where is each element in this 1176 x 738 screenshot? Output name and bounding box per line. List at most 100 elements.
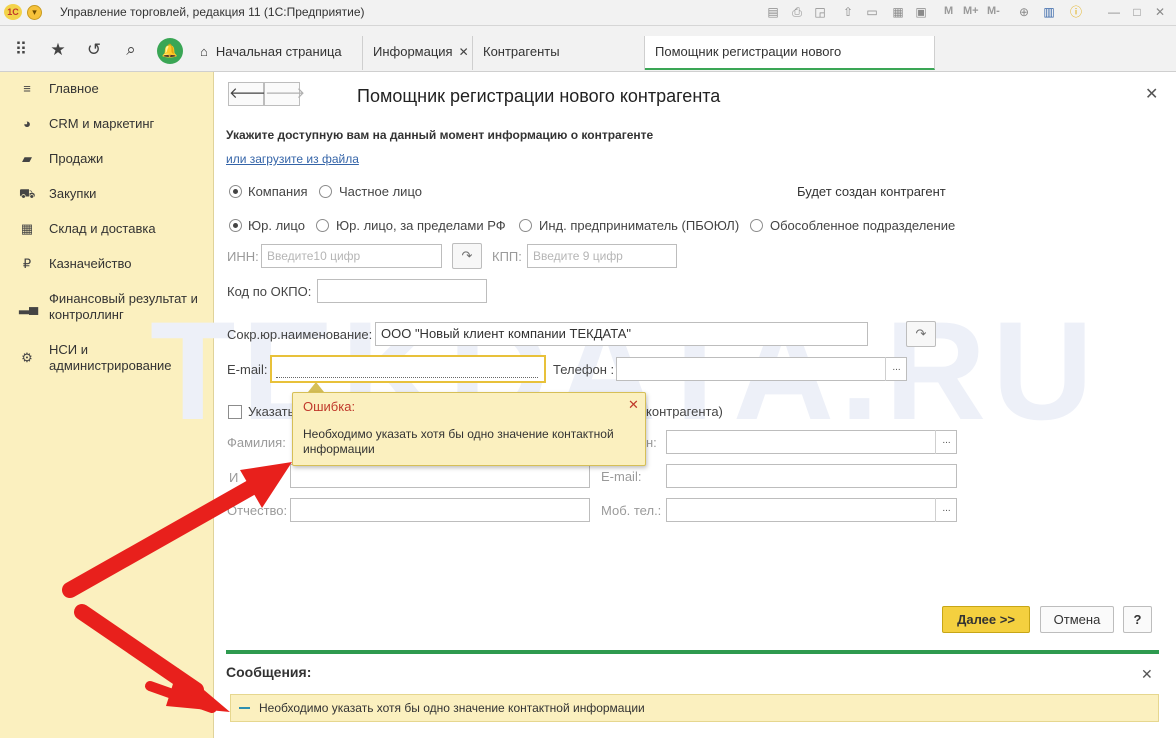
message-item[interactable]: Необходимо указать хотя бы одно значение… <box>230 694 1159 722</box>
sidebar-item-crm[interactable]: ◕ CRM и маркетинг <box>0 114 214 144</box>
tab-label: Начальная страница <box>215 44 342 59</box>
sidebar-item-treasury[interactable]: ₽ Казначейство <box>0 254 214 284</box>
tab-label: Информация <box>373 44 453 59</box>
radio-private-person[interactable] <box>319 185 332 198</box>
email-input-underline <box>276 377 538 378</box>
favorites-star-icon[interactable]: ★ <box>47 39 69 61</box>
search-icon[interactable]: ⌕ <box>120 39 142 61</box>
tab-counterparties[interactable]: Контрагенты (Клиенты)✕ <box>473 36 645 91</box>
mobile-phone-select-button[interactable]: ... <box>935 498 957 522</box>
firstname-label: И <box>229 470 239 485</box>
short-name-fill-button[interactable]: ↷ <box>906 321 936 347</box>
radio-foreign-legal-entity-label: Юр. лицо, за пределами РФ <box>336 218 506 233</box>
message-text: Необходимо указать хотя бы одно значение… <box>259 701 645 715</box>
messages-close-icon[interactable]: ✕ <box>1141 666 1153 683</box>
phone-input[interactable] <box>616 357 907 381</box>
patronymic-input[interactable] <box>290 498 590 522</box>
upload-icon[interactable]: ⇧ <box>840 4 856 20</box>
inn-fill-button[interactable]: ↷ <box>452 243 482 269</box>
radio-company-label: Компания <box>248 184 308 199</box>
notifications-bell-icon[interactable]: 🔔 <box>157 38 183 64</box>
messages-title: Сообщения: <box>226 664 312 680</box>
memory-minus-button[interactable]: M- <box>987 5 1000 17</box>
kpp-input[interactable]: Введите 9 цифр <box>527 244 677 268</box>
sidebar-item-main[interactable]: ≡ Главное <box>0 79 214 109</box>
page-title: Помощник регистрации нового контрагента <box>357 86 721 106</box>
phone-select-button[interactable]: ... <box>885 357 907 381</box>
main-menu-button[interactable]: ▾ <box>27 5 42 20</box>
contact-person-checkbox[interactable] <box>228 405 242 419</box>
home-icon: ⌂ <box>200 44 208 59</box>
contact-person-label-end: контрагента) <box>646 404 723 419</box>
error-popup: Ошибка: ✕ Необходимо указать хотя бы одн… <box>292 392 646 466</box>
cart-icon: ⛟ <box>19 186 36 201</box>
forward-button[interactable]: 🡒 <box>264 82 305 106</box>
inn-label: ИНН: <box>227 249 259 264</box>
close-form-icon[interactable]: ✕ <box>1145 84 1158 104</box>
close-tab-icon[interactable]: ✕ <box>459 45 469 59</box>
radio-foreign-legal-entity[interactable] <box>316 219 329 232</box>
okpo-input[interactable] <box>317 279 487 303</box>
mobile-phone-input[interactable] <box>666 498 957 522</box>
memory-m-button[interactable]: M <box>944 5 953 17</box>
radio-individual-entrepreneur[interactable] <box>519 219 532 232</box>
contact-email-label: E-mail: <box>601 469 642 484</box>
back-button[interactable]: 🡐 <box>228 82 269 106</box>
gear-icon: ⚙ <box>21 350 33 365</box>
maximize-icon[interactable]: □ <box>1129 4 1145 20</box>
memory-plus-button[interactable]: M+ <box>963 5 979 17</box>
sidebar-item-sales[interactable]: ▰ Продажи <box>0 149 214 179</box>
sidebar-item-warehouse[interactable]: ▦ Склад и доставка <box>0 219 214 249</box>
kpp-placeholder: Введите 9 цифр <box>533 249 623 263</box>
cancel-button[interactable]: Отмена <box>1040 606 1114 633</box>
tab-registration-wizard[interactable]: Помощник регистрации нового контрагента✕ <box>645 36 935 91</box>
contact-phone-select-button[interactable]: ... <box>935 430 957 454</box>
document-icon[interactable]: ▭ <box>864 4 880 20</box>
save-icon[interactable]: ▤ <box>765 4 781 20</box>
calculator-icon[interactable]: ▦ <box>890 4 906 20</box>
print-icon[interactable]: ⎙ <box>789 4 805 20</box>
lastname-label: Фамилия: <box>227 435 286 450</box>
calendar-icon[interactable]: ▣ <box>913 4 929 20</box>
contact-phone-label: н: <box>646 435 657 450</box>
short-name-input[interactable]: ООО "Новый клиент компании ТЕКДАТА" <box>375 322 868 346</box>
radio-legal-entity[interactable] <box>229 219 242 232</box>
apps-grid-icon[interactable]: ⠿ <box>10 39 32 61</box>
inn-input[interactable]: Введите10 цифр <box>261 244 442 268</box>
tab-home[interactable]: ⌂ Начальная страница <box>190 36 363 70</box>
email-input[interactable] <box>270 355 546 383</box>
window-layout-icon[interactable]: ▥ <box>1041 4 1057 20</box>
help-button[interactable]: ? <box>1123 606 1152 633</box>
next-button[interactable]: Далее >> <box>942 606 1030 633</box>
contact-phone-input[interactable] <box>666 430 957 454</box>
firstname-input[interactable] <box>290 464 590 488</box>
error-popup-close-icon[interactable]: ✕ <box>628 397 639 413</box>
ruble-coin-icon: ₽ <box>22 256 32 271</box>
contact-email-input[interactable] <box>666 464 957 488</box>
load-from-file-link[interactable]: или загрузите из файла <box>226 152 359 166</box>
crm-pie-icon: ◕ <box>23 116 31 131</box>
radio-separate-division-label: Обособленное подразделение <box>770 218 956 233</box>
history-icon[interactable]: ↺ <box>83 39 105 61</box>
minimize-icon[interactable]: — <box>1106 4 1122 20</box>
close-window-icon[interactable]: ✕ <box>1152 4 1168 20</box>
okpo-label: Код по ОКПО: <box>227 284 312 299</box>
info-icon[interactable]: ⓘ <box>1068 4 1084 20</box>
tab-information[interactable]: Информация ✕ <box>363 36 473 70</box>
form-hint: Укажите доступную вам на данный момент и… <box>226 128 654 142</box>
radio-private-person-label: Частное лицо <box>339 184 422 199</box>
sidebar-item-purchases[interactable]: ⛟ Закупки <box>0 184 214 214</box>
error-popup-text: Необходимо указать хотя бы одно значение… <box>303 427 614 456</box>
radio-individual-entrepreneur-label: Инд. предприниматель (ПБОЮЛ) <box>539 218 740 233</box>
messages-separator <box>226 650 1159 654</box>
zoom-icon[interactable]: ⊕ <box>1016 4 1032 20</box>
radio-company[interactable] <box>229 185 242 198</box>
section-nav-bar: ⠿ ★ ↺ ⌕ 🔔 ⌂ Начальная страница Информация… <box>0 26 1176 91</box>
preview-icon[interactable]: ◲ <box>812 4 828 20</box>
radio-separate-division[interactable] <box>750 219 763 232</box>
patronymic-label: Отчество: <box>227 503 288 518</box>
sidebar-item-label: Склад и доставка <box>49 221 156 236</box>
window-title-bar: 1С ▾ Управление торговлей, редакция 11 (… <box>0 0 1176 26</box>
phone-label: Телефон : <box>553 362 615 377</box>
sidebar-item-label: CRM и маркетинг <box>49 116 155 131</box>
